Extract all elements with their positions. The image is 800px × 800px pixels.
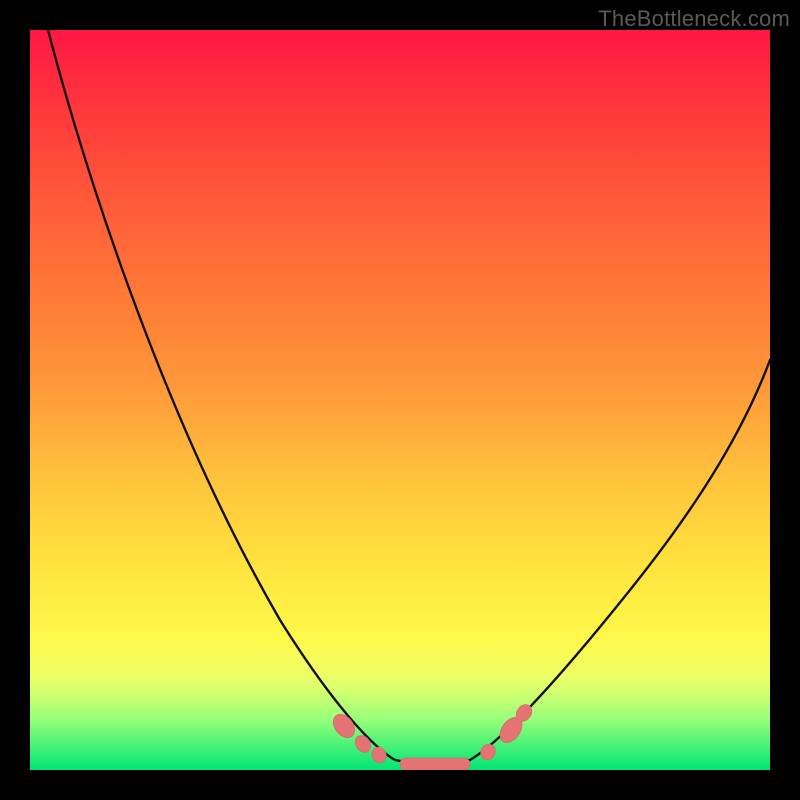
bottleneck-curve [30, 30, 770, 770]
watermark-text: TheBottleneck.com [598, 6, 790, 32]
outer-frame: TheBottleneck.com [0, 0, 800, 800]
bead-marker [478, 742, 498, 763]
bead-marker [369, 745, 389, 766]
bead-marker [329, 710, 359, 742]
bead-marker [352, 733, 374, 756]
curve-right-arm [470, 360, 770, 760]
plot-area [30, 30, 770, 770]
curve-left-arm [48, 30, 395, 760]
bead-marker-long [400, 758, 470, 770]
